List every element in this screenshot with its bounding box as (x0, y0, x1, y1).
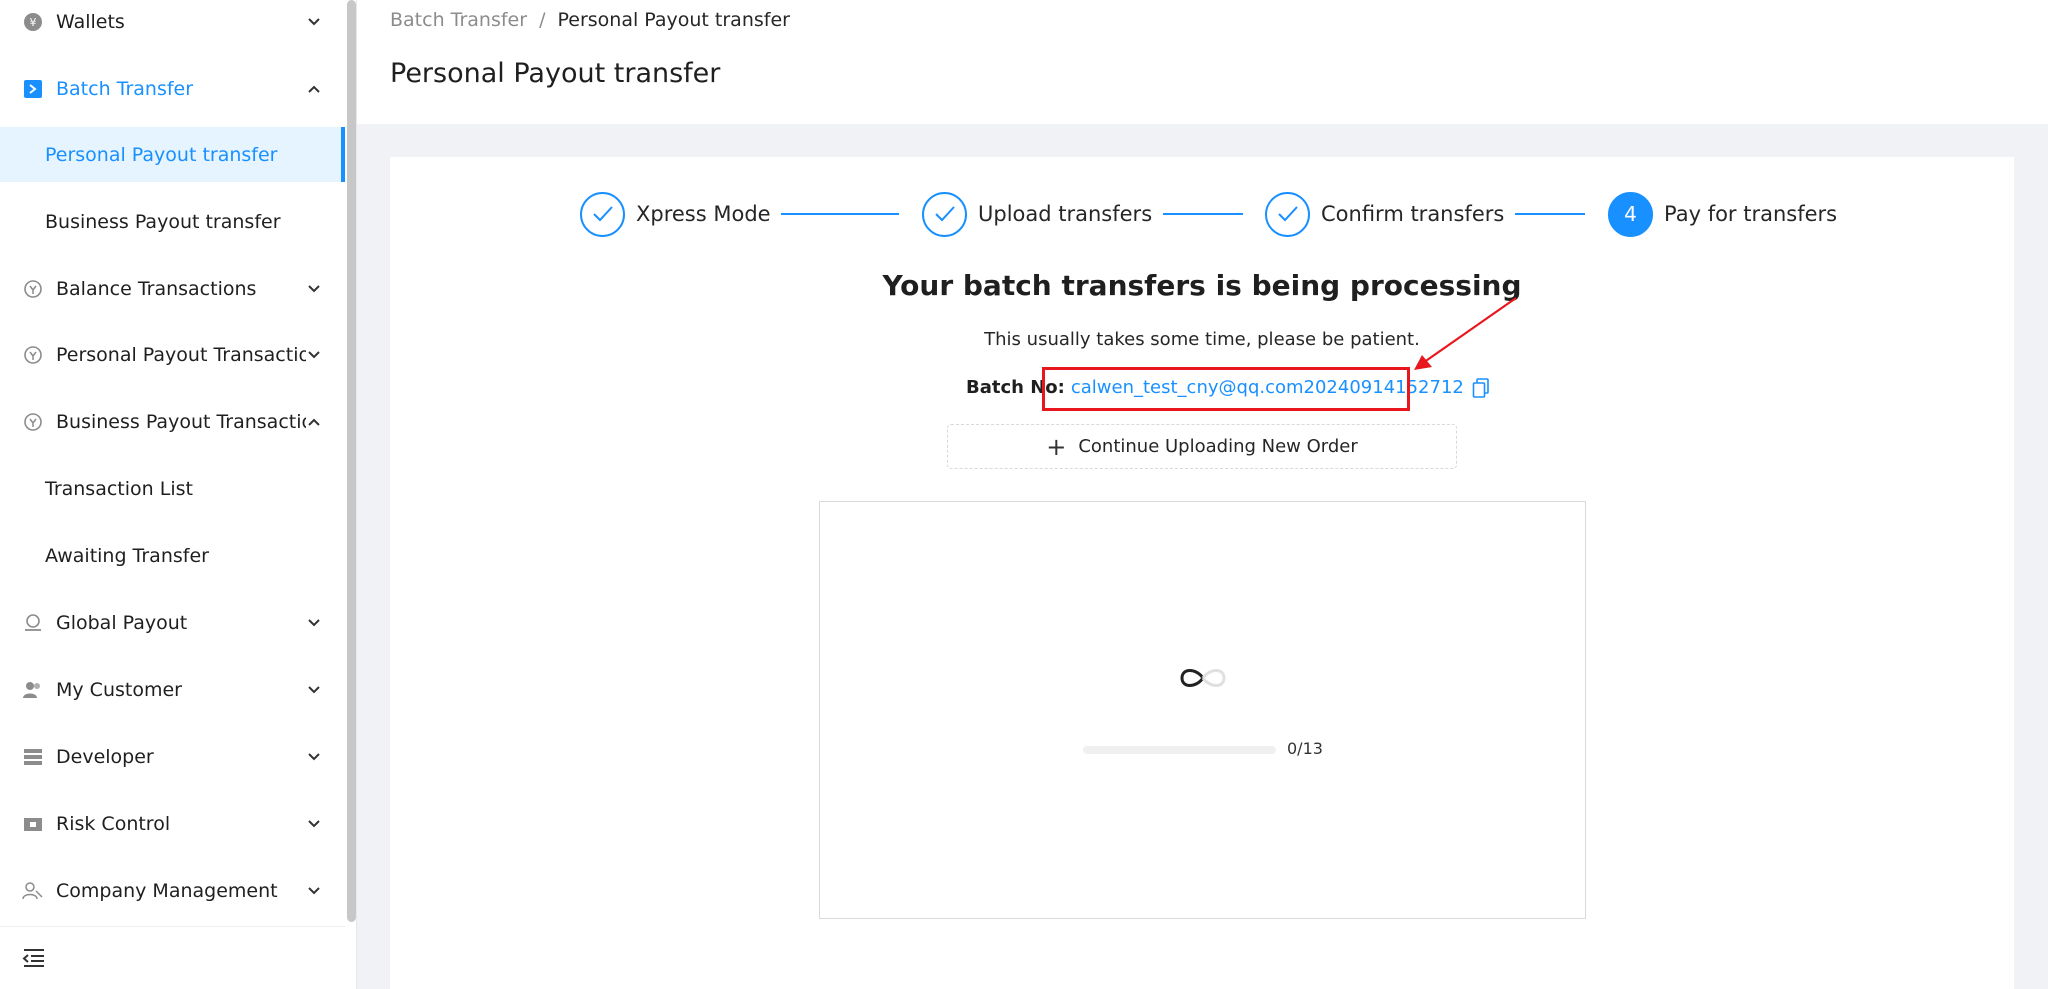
step-label: Xpress Mode (636, 202, 771, 226)
transactions-icon (22, 344, 44, 366)
sidebar-subitem-awaiting-transfer[interactable]: Awaiting Transfer (0, 528, 345, 583)
step-upload-transfers: Upload transfers (922, 191, 1152, 237)
customers-icon (22, 679, 44, 701)
breadcrumb-separator: / (539, 9, 546, 31)
sidebar-item-label: Company Management (56, 879, 278, 902)
sidebar-item-batch-transfer[interactable]: Batch Transfer (0, 61, 345, 116)
step-label: Pay for transfers (1664, 202, 1838, 226)
breadcrumb: Batch Transfer / Personal Payout transfe… (390, 9, 790, 31)
sidebar-item-balance-transactions[interactable]: Balance Transactions (0, 261, 345, 316)
sidebar-subitem-label: Transaction List (45, 477, 193, 500)
chevron-down-icon (306, 682, 322, 698)
chevron-down-icon (306, 749, 322, 765)
breadcrumb-batch-transfer[interactable]: Batch Transfer (390, 9, 527, 31)
chevron-down-icon (306, 883, 322, 899)
sidebar-subitem-label: Business Payout transfer (45, 210, 281, 233)
sidebar-item-label: Wallets (56, 10, 125, 33)
sidebar-item-company-management[interactable]: Company Management (0, 863, 345, 918)
step-label: Upload transfers (978, 202, 1153, 226)
chevron-down-icon (306, 816, 322, 832)
server-icon (22, 746, 44, 768)
sidebar-item-label: Risk Control (56, 812, 171, 835)
breadcrumb-current: Personal Payout transfer (557, 9, 790, 31)
transactions-icon (22, 278, 44, 300)
steps-progress: Xpress Mode Upload transfers Confirm tra… (390, 157, 2014, 267)
sidebar-item-personal-payout-transactions[interactable]: Personal Payout Transactions (0, 327, 345, 382)
chevron-up-icon (306, 414, 322, 430)
continue-uploading-button[interactable]: + Continue Uploading New Order (947, 424, 1457, 469)
processing-title: Your batch transfers is being processing (882, 269, 1522, 302)
step-number-badge: 4 (1608, 191, 1653, 237)
page-header: Batch Transfer / Personal Payout transfe… (357, 0, 2048, 124)
svg-text:¥: ¥ (30, 16, 37, 29)
step-connector (1163, 213, 1243, 215)
check-icon (580, 191, 625, 237)
sidebar-subitem-personal-payout-transfer[interactable]: Personal Payout transfer (0, 127, 345, 182)
step-connector (1515, 213, 1585, 215)
content-card: Xpress Mode Upload transfers Confirm tra… (390, 157, 2014, 989)
chevron-down-icon (306, 615, 322, 631)
risk-control-icon (22, 813, 44, 835)
progress-bar (1083, 746, 1276, 754)
sidebar-item-label: Business Payout Transactions (56, 410, 306, 433)
transactions-icon (22, 411, 44, 433)
sidebar-subitem-label: Awaiting Transfer (45, 544, 209, 567)
check-icon (922, 191, 967, 237)
sidebar-item-label: Personal Payout Transactions (56, 343, 306, 366)
sidebar-scrollbar[interactable] (347, 0, 356, 922)
continue-uploading-label: Continue Uploading New Order (1078, 436, 1358, 457)
annotation-arrow (1414, 297, 1517, 370)
global-payout-icon (22, 612, 44, 634)
step-label: Confirm transfers (1321, 202, 1505, 226)
chevron-down-icon (306, 14, 322, 30)
sidebar-item-global-payout[interactable]: Global Payout (0, 595, 345, 650)
processing-panel: 0/13 (819, 501, 1586, 919)
step-pay-for-transfers: 4 Pay for transfers (1608, 191, 1837, 237)
progress-count: 0/13 (1287, 739, 1323, 758)
sidebar-subitem-label: Personal Payout transfer (45, 143, 278, 166)
collapse-menu-icon[interactable] (22, 947, 46, 969)
sidebar-item-developer[interactable]: Developer (0, 729, 345, 784)
sidebar-item-business-payout-transactions[interactable]: Business Payout Transactions (0, 394, 345, 449)
copy-icon[interactable] (1472, 377, 1490, 398)
sidebar-subitem-business-payout-transfer[interactable]: Business Payout transfer (0, 194, 345, 249)
chevron-down-icon (306, 347, 322, 363)
sidebar-item-label: Balance Transactions (56, 277, 257, 300)
step-confirm-transfers: Confirm transfers (1265, 191, 1504, 237)
highlight-annotation-box (1042, 367, 1410, 411)
page-title: Personal Payout transfer (390, 58, 721, 89)
plus-icon: + (1046, 432, 1067, 461)
sidebar-item-risk-control[interactable]: Risk Control (0, 796, 345, 851)
check-icon (1265, 191, 1310, 237)
company-icon (22, 880, 44, 902)
loading-spinner-icon (1180, 669, 1226, 687)
sidebar-item-my-customer[interactable]: My Customer (0, 662, 345, 717)
sidebar-item-wallets[interactable]: ¥ Wallets (0, 0, 345, 49)
sidebar-footer (0, 926, 345, 989)
sidebar: ¥ Wallets Batch Transfer Personal Payout… (0, 0, 357, 989)
chevron-down-icon (306, 281, 322, 297)
batch-transfer-icon (22, 78, 44, 100)
sidebar-item-label: Global Payout (56, 611, 188, 634)
sidebar-item-label: Batch Transfer (56, 77, 194, 100)
step-connector (781, 213, 899, 215)
sidebar-item-label: My Customer (56, 678, 182, 701)
yen-coin-icon: ¥ (22, 11, 44, 33)
sidebar-subitem-transaction-list[interactable]: Transaction List (0, 461, 345, 516)
sidebar-item-label: Developer (56, 745, 154, 768)
processing-subtitle: This usually takes some time, please be … (984, 329, 1420, 350)
step-xpress-mode: Xpress Mode (580, 191, 771, 237)
chevron-up-icon (306, 81, 322, 97)
